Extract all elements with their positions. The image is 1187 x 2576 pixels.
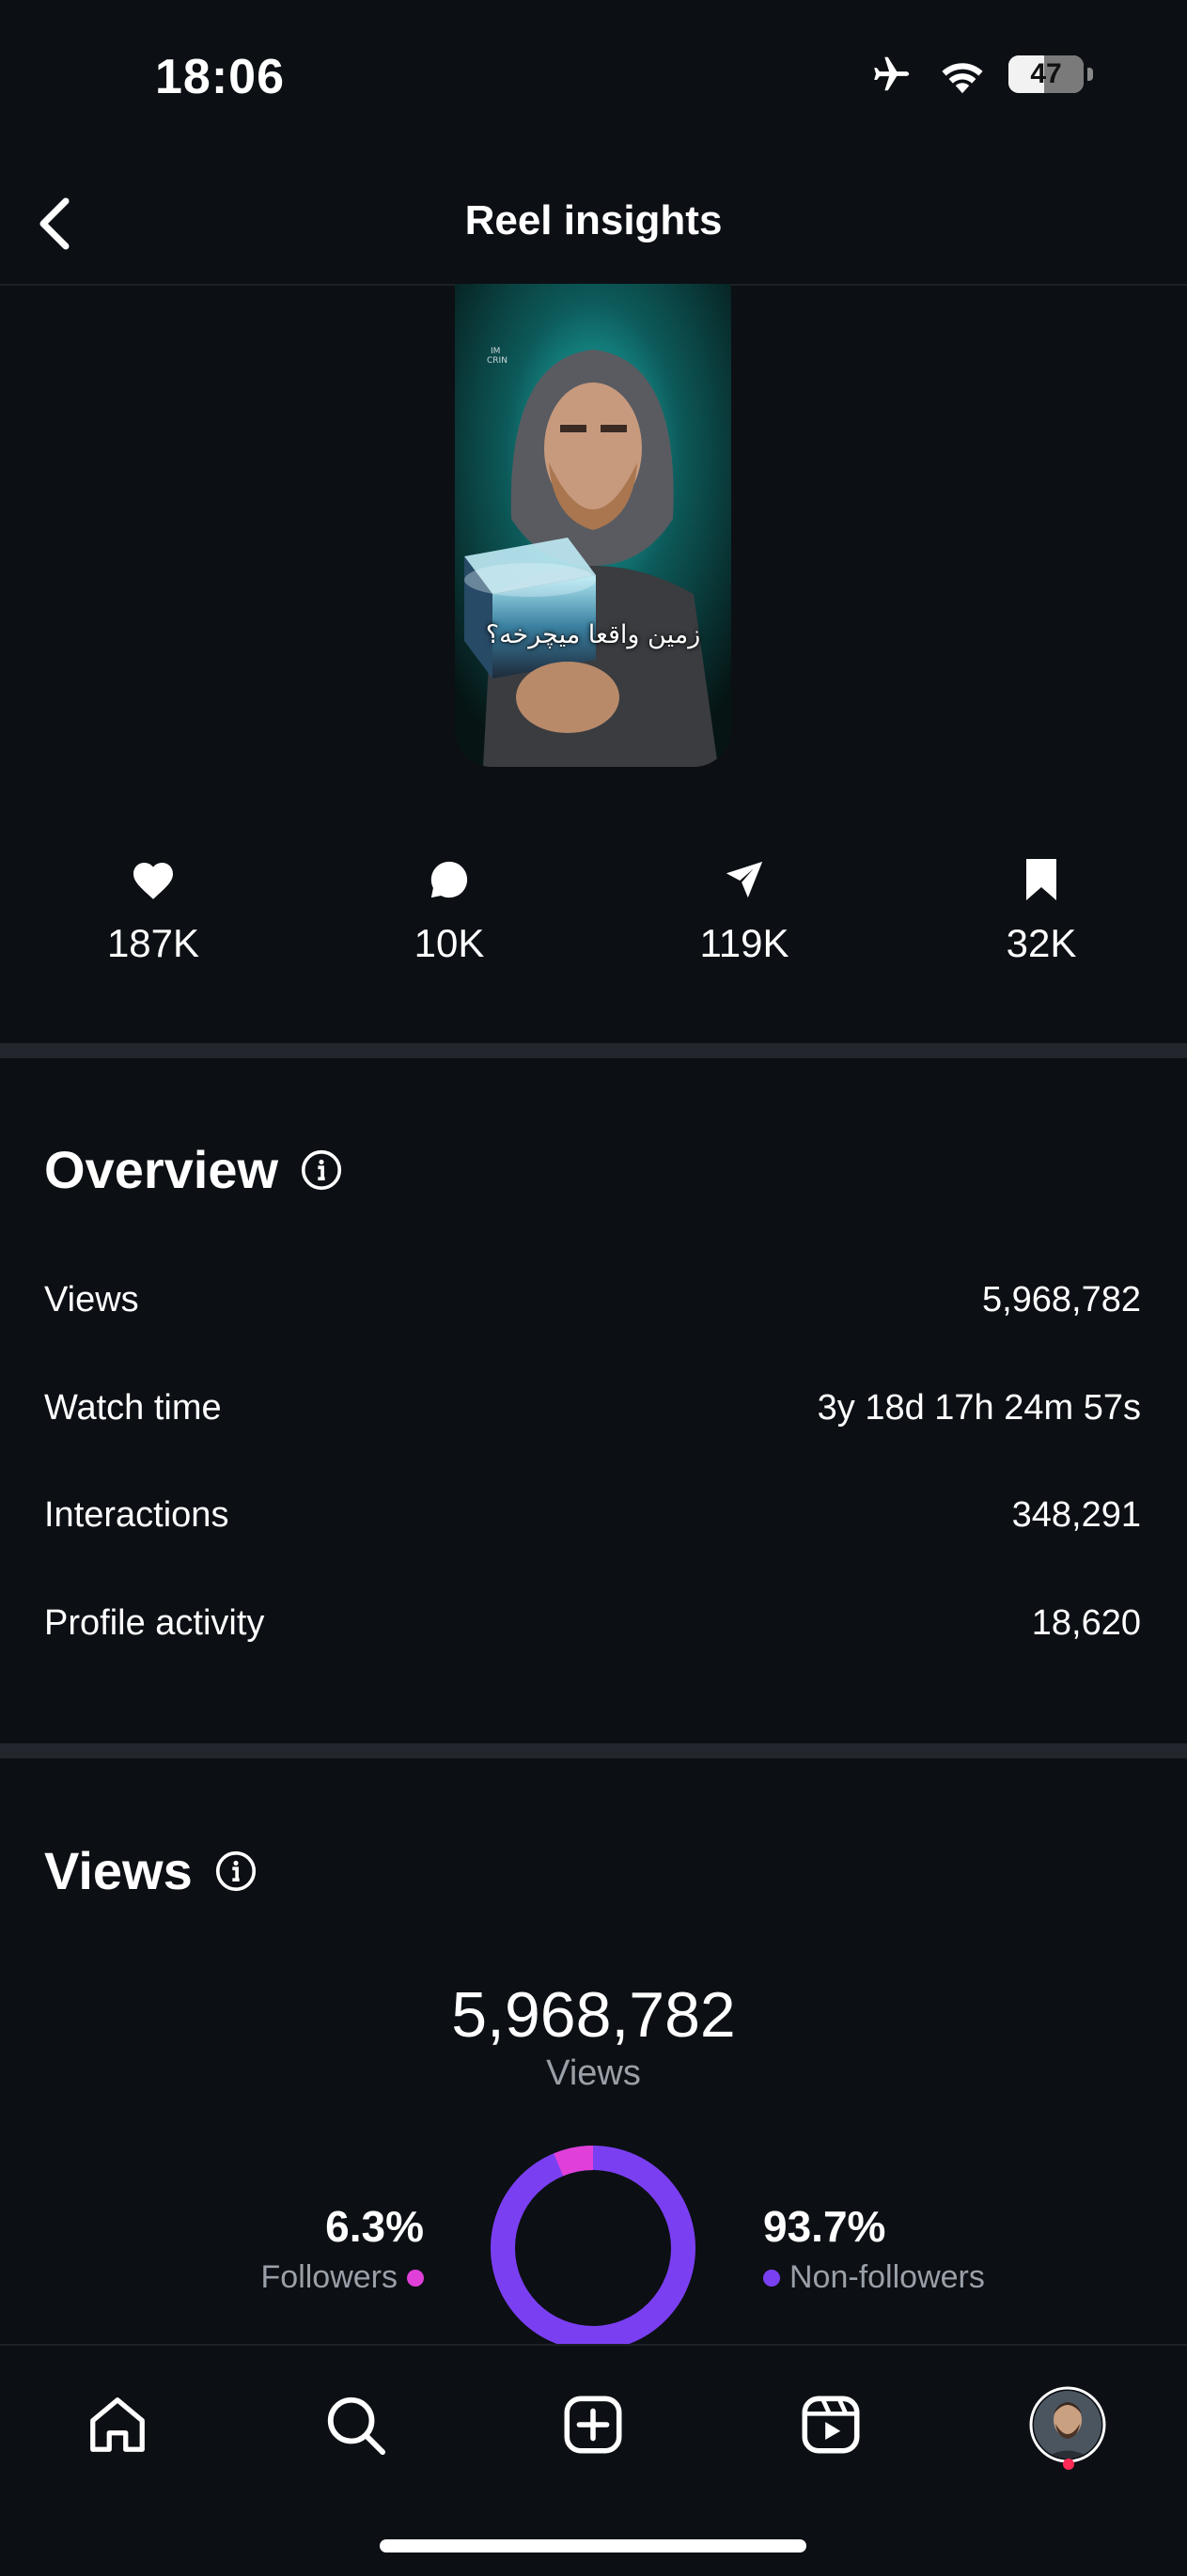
views-total: 5,968,782 [451, 1979, 736, 2051]
share-icon [726, 861, 763, 898]
reel-caption: زمین واقعا میچرخه؟ [485, 620, 701, 649]
tab-reels[interactable] [784, 2378, 878, 2472]
row-label: Views [44, 1279, 139, 1319]
comment-icon [430, 861, 468, 898]
tab-create[interactable] [546, 2378, 640, 2472]
shares-stat: 119K [650, 855, 838, 966]
views-total-label: Views [546, 2053, 641, 2093]
row-value: 5,968,782 [981, 1279, 1141, 1319]
followers-dot [407, 2269, 424, 2287]
overview-title: Overview [44, 1140, 279, 1199]
overview-row-interactions[interactable]: Interactions 348,291 [44, 1487, 1141, 1543]
tab-search[interactable] [308, 2378, 402, 2472]
section-divider [0, 1743, 1187, 1758]
battery-level: 47 [1030, 58, 1062, 89]
svg-text:CRIN: CRIN [487, 356, 508, 366]
home-icon [90, 2397, 145, 2452]
comments-stat: 10K [355, 855, 543, 966]
nonfollowers-legend: Non-followers [763, 2259, 985, 2296]
status-icons: 47 [866, 53, 1093, 96]
overview-row-views: Views 5,968,782 [44, 1272, 1141, 1328]
row-value: 348,291 [1011, 1494, 1141, 1535]
svg-text:IM: IM [491, 347, 500, 356]
saves-count: 32K [1006, 921, 1077, 965]
status-time: 18:06 [155, 50, 285, 104]
followers-percent: 6.3% [325, 2202, 424, 2251]
heart-icon [133, 863, 173, 899]
saves-stat: 32K [947, 855, 1135, 966]
followers-legend: Followers [261, 2259, 424, 2296]
create-icon [564, 2396, 622, 2454]
tab-home[interactable] [70, 2378, 164, 2472]
row-label: Profile activity [44, 1602, 265, 1643]
views-donut-chart [491, 2146, 695, 2350]
airplane-mode-icon [874, 56, 910, 91]
bookmark-icon [1026, 859, 1056, 900]
section-divider [0, 1043, 1187, 1058]
comments-count: 10K [414, 921, 485, 965]
info-icon[interactable] [301, 1149, 342, 1191]
nonfollowers-label: Non-followers [789, 2259, 985, 2295]
tab-profile[interactable] [1021, 2378, 1115, 2472]
notification-dot [1063, 2459, 1074, 2470]
likes-count: 187K [106, 921, 200, 965]
search-icon [327, 2396, 386, 2456]
profile-avatar [1029, 2386, 1106, 2463]
reel-thumbnail-image: IM CRIN [455, 284, 731, 767]
page-title: Reel insights [464, 197, 723, 243]
row-value: 18,620 [1031, 1602, 1141, 1643]
nonfollowers-arc [491, 2146, 695, 2350]
home-indicator [380, 2539, 806, 2553]
overview-row-profile-activity[interactable]: Profile activity 18,620 [44, 1595, 1141, 1651]
shares-count: 119K [699, 921, 789, 965]
views-title: Views [44, 1841, 193, 1900]
wifi-icon [942, 63, 983, 94]
views-heading: Views [44, 1840, 257, 1901]
info-icon[interactable] [215, 1850, 257, 1892]
reel-thumbnail[interactable]: IM CRIN زمین واقعا میچرخه؟ [455, 284, 731, 767]
nonfollowers-dot [763, 2269, 780, 2287]
overview-row-watch-time: Watch time 3y 18d 17h 24m 57s [44, 1380, 1141, 1436]
followers-label: Followers [260, 2259, 398, 2295]
row-label: Interactions [44, 1494, 229, 1535]
reels-icon [802, 2396, 860, 2454]
row-label: Watch time [44, 1387, 222, 1428]
battery-indicator: 47 [1008, 55, 1093, 93]
likes-stat: 187K [59, 855, 247, 966]
nonfollowers-percent: 93.7% [763, 2202, 886, 2251]
overview-heading: Overview [44, 1139, 342, 1200]
row-value: 3y 18d 17h 24m 57s [817, 1387, 1141, 1428]
